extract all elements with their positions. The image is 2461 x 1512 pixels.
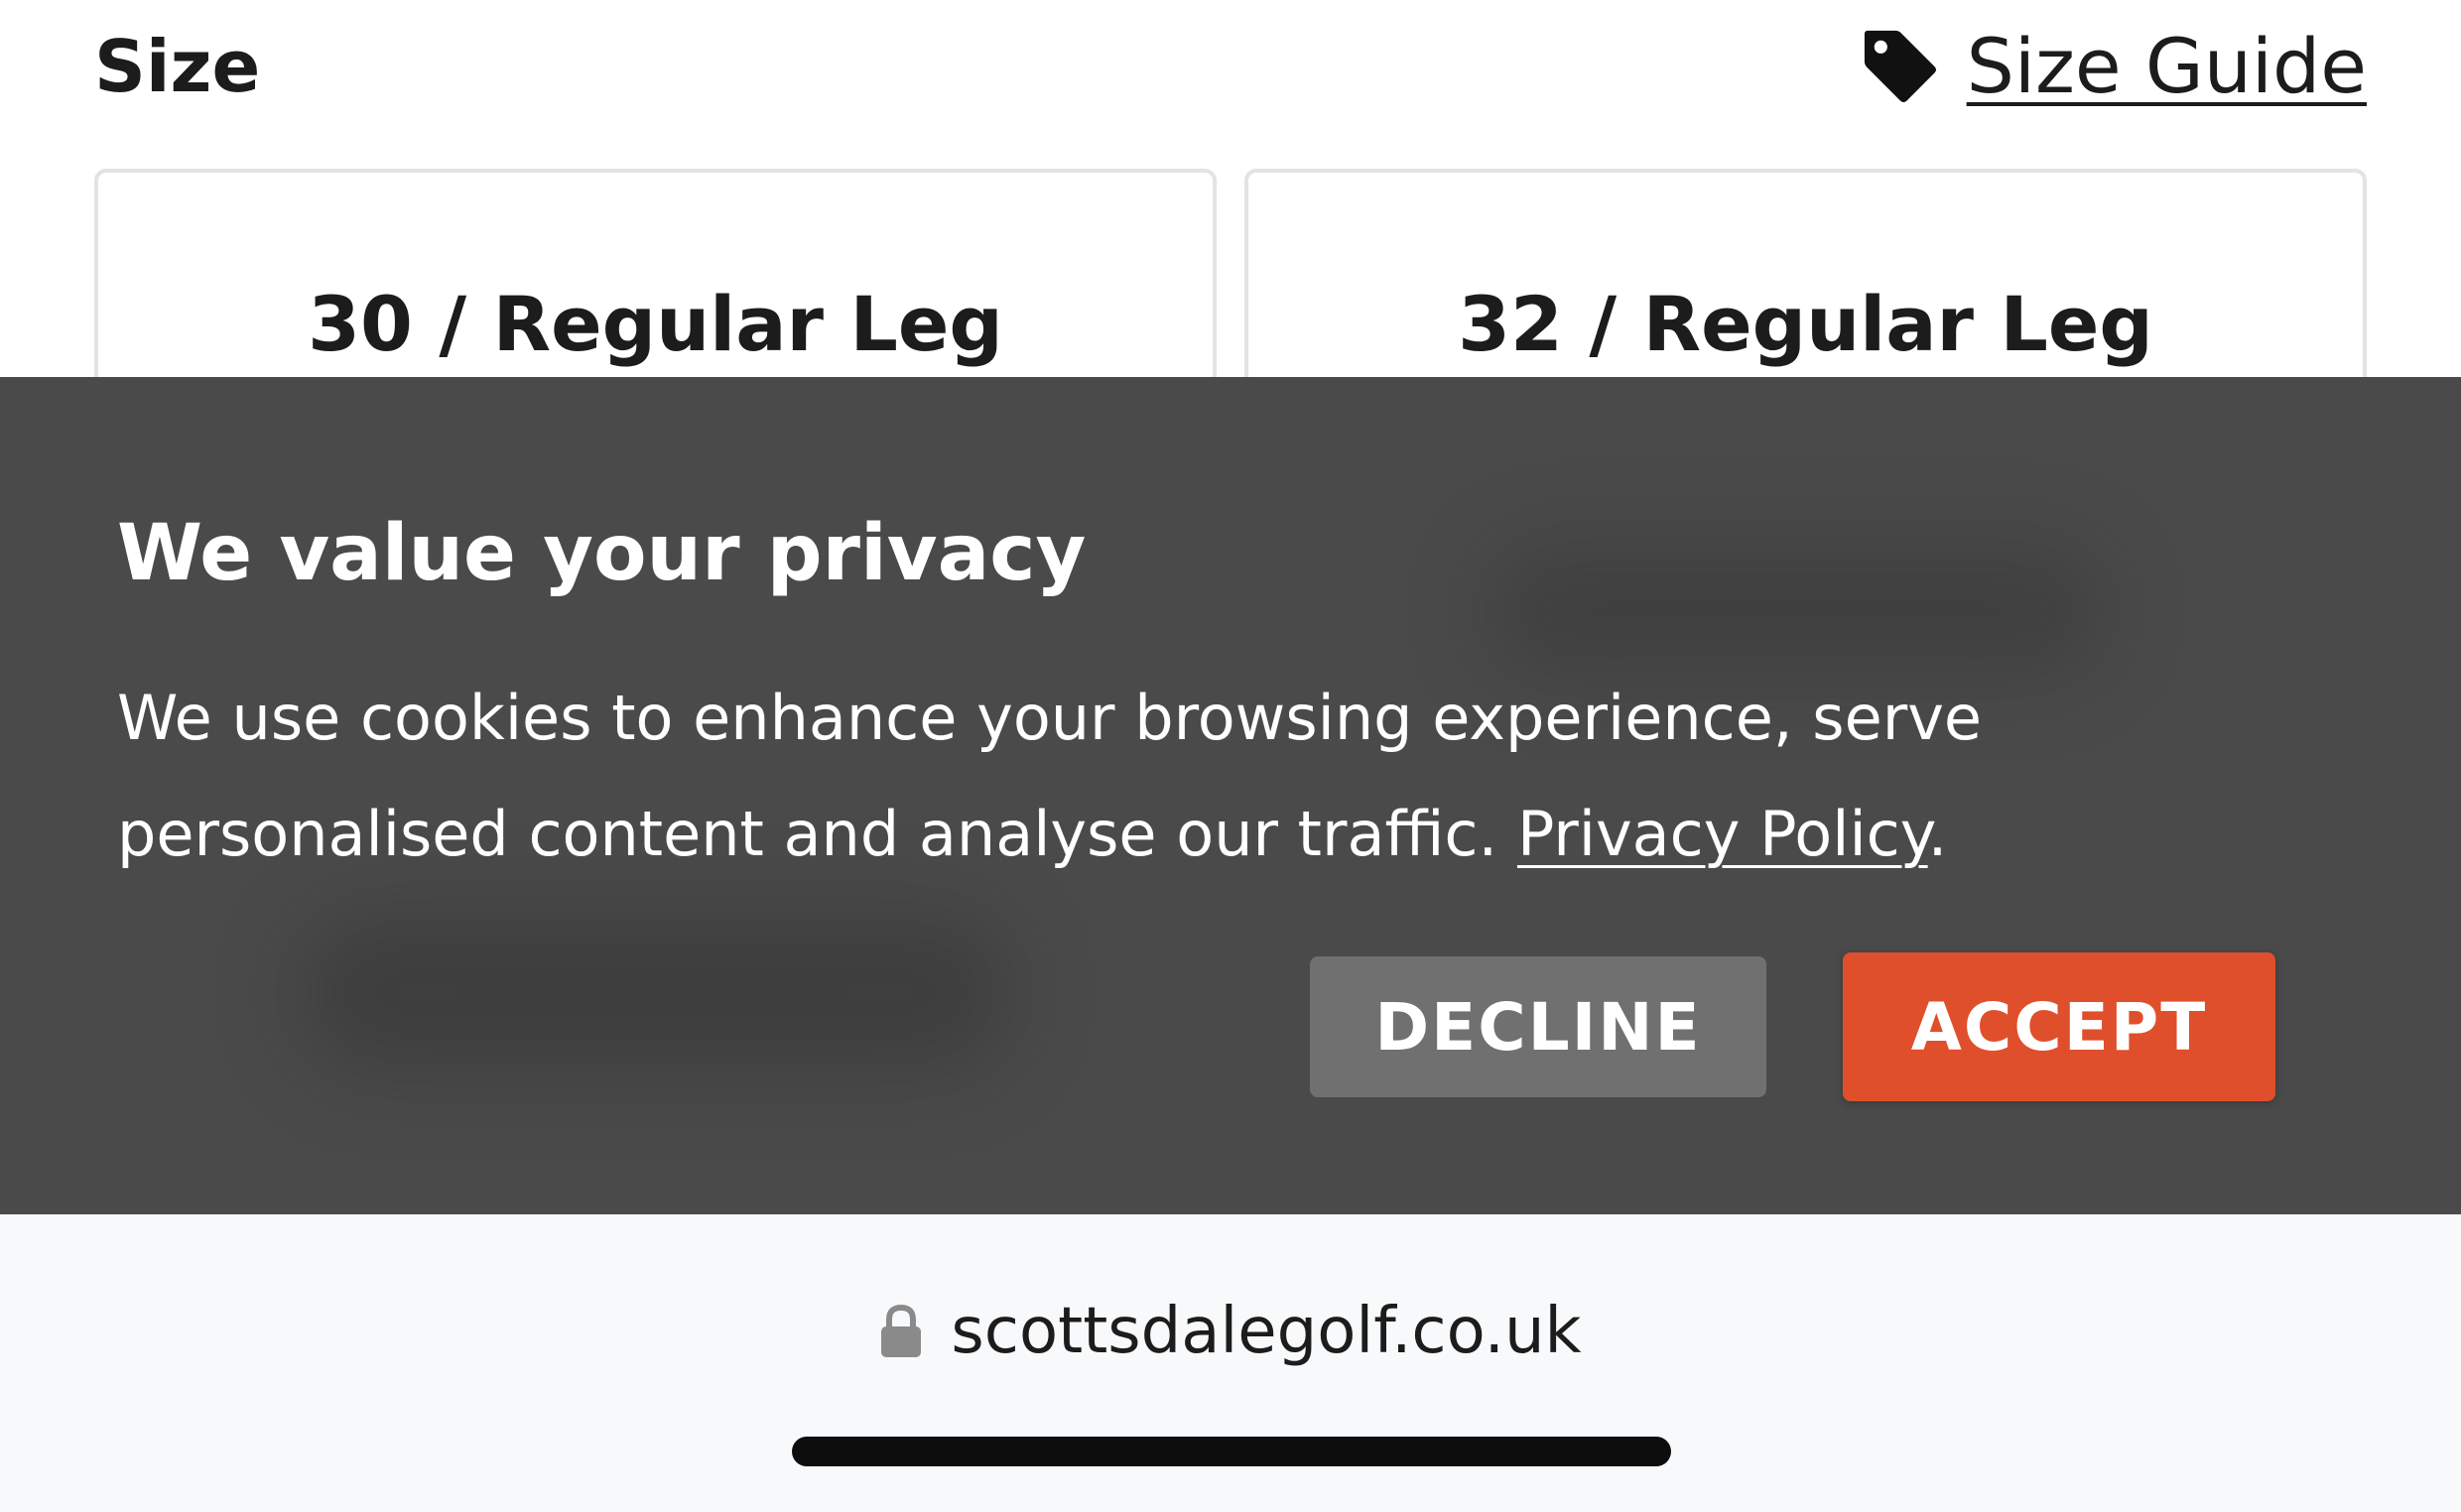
lock-icon bbox=[881, 1304, 922, 1357]
browser-bottom-bar: scottsdalegolf.co.uk bbox=[0, 1214, 2461, 1512]
accept-button[interactable]: ACCEPT bbox=[1843, 952, 2275, 1101]
size-header: Size Size Guide bbox=[94, 0, 2367, 134]
cookie-text: We use cookies to enhance your browsing … bbox=[117, 660, 2360, 892]
size-option-label: 32 / Regular Leg bbox=[1458, 280, 2153, 368]
url-text: scottsdalegolf.co.uk bbox=[951, 1295, 1582, 1368]
size-option-label: 30 / Regular Leg bbox=[308, 280, 1003, 368]
tag-icon bbox=[1864, 30, 1936, 103]
url-display[interactable]: scottsdalegolf.co.uk bbox=[0, 1292, 2461, 1371]
cookie-title: We value your privacy bbox=[117, 509, 1087, 598]
decline-button[interactable]: DECLINE bbox=[1310, 956, 1766, 1097]
privacy-policy-link[interactable]: Privacy Policy bbox=[1517, 798, 1928, 870]
cookie-banner: We value your privacy We use cookies to … bbox=[0, 377, 2461, 1214]
size-title: Size bbox=[94, 25, 261, 108]
size-guide-label: Size Guide bbox=[1966, 22, 2367, 110]
home-indicator[interactable] bbox=[792, 1437, 1671, 1466]
size-guide-link[interactable]: Size Guide bbox=[1860, 22, 2367, 111]
cookie-text-end: . bbox=[1927, 798, 1948, 870]
page: Size Size Guide 30 / Regular Leg 32 / Re… bbox=[0, 0, 2461, 1512]
